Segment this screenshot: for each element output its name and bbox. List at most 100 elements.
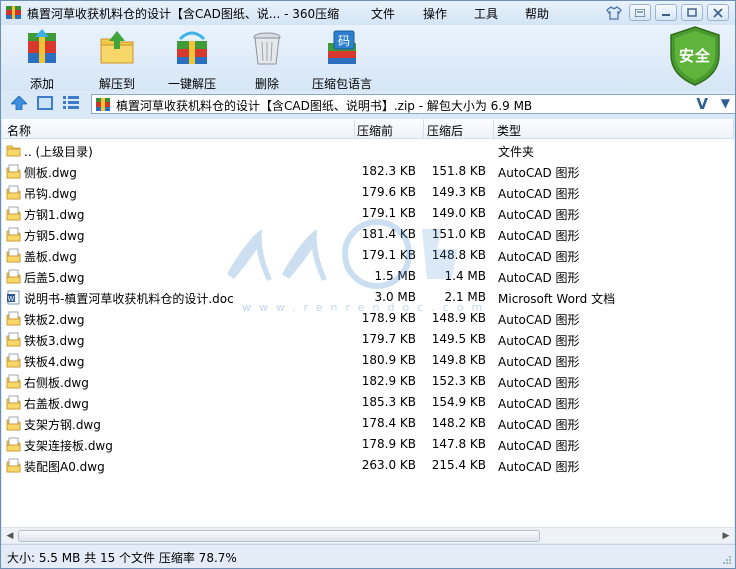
dwg-icon	[6, 311, 21, 326]
file-size: 178.4 KB	[361, 416, 416, 430]
file-name: 铁板3.dwg	[24, 334, 85, 348]
horizontal-scrollbar[interactable]: ◀ ▶	[2, 527, 734, 543]
file-type: AutoCAD 图形	[498, 229, 580, 243]
table-row[interactable]: 装配图A0.dwg 263.0 KB 215.4 KB AutoCAD 图形	[2, 455, 734, 476]
table-row[interactable]: 右盖板.dwg 185.3 KB 154.9 KB AutoCAD 图形	[2, 392, 734, 413]
file-type: AutoCAD 图形	[498, 313, 580, 327]
file-packed-size: 149.8 KB	[431, 353, 486, 367]
table-row[interactable]: 铁板2.dwg 178.9 KB 148.9 KB AutoCAD 图形	[2, 308, 734, 329]
table-row[interactable]: 方钢1.dwg 179.1 KB 149.0 KB AutoCAD 图形	[2, 203, 734, 224]
file-type: 文件夹	[498, 145, 535, 159]
dwg-icon	[6, 206, 21, 221]
skin-icon[interactable]	[603, 4, 625, 21]
file-size: 182.3 KB	[361, 164, 416, 178]
file-packed-size: 1.4 MB	[444, 269, 486, 283]
file-name: 右侧板.dwg	[24, 376, 89, 390]
file-name: 支架连接板.dwg	[24, 439, 113, 453]
table-row[interactable]: 盖板.dwg 179.1 KB 148.8 KB AutoCAD 图形	[2, 245, 734, 266]
archive-app-icon	[6, 6, 21, 19]
zip-icon	[96, 98, 110, 111]
table-row[interactable]: 铁板3.dwg 179.7 KB 149.5 KB AutoCAD 图形	[2, 329, 734, 350]
file-size: 181.4 KB	[361, 227, 416, 241]
table-row[interactable]: 铁板4.dwg 180.9 KB 149.8 KB AutoCAD 图形	[2, 350, 734, 371]
file-packed-size: 151.0 KB	[431, 227, 486, 241]
table-row[interactable]: 右侧板.dwg 182.9 KB 152.3 KB AutoCAD 图形	[2, 371, 734, 392]
file-name: 装配图A0.dwg	[24, 460, 105, 474]
table-row[interactable]: 支架方钢.dwg 178.4 KB 148.2 KB AutoCAD 图形	[2, 413, 734, 434]
menu-tools[interactable]: 工具	[474, 5, 498, 22]
close-button[interactable]	[707, 4, 729, 21]
file-size: 179.6 KB	[361, 185, 416, 199]
minimize-button[interactable]	[655, 4, 677, 21]
add-archive-icon	[28, 29, 56, 63]
thumbnail-view-icon[interactable]	[37, 96, 53, 110]
file-type: AutoCAD 图形	[498, 460, 580, 474]
file-size: 180.9 KB	[361, 353, 416, 367]
file-packed-size: 2.1 MB	[444, 290, 486, 304]
resize-grip-icon[interactable]	[722, 555, 732, 565]
table-row[interactable]: 支架连接板.dwg 178.9 KB 147.8 KB AutoCAD 图形	[2, 434, 734, 455]
file-type: AutoCAD 图形	[498, 397, 580, 411]
scroll-left-icon[interactable]: ◀	[3, 530, 17, 542]
extract-to-button[interactable]: 解压到	[79, 29, 155, 92]
maximize-button[interactable]	[681, 4, 703, 21]
dwg-icon	[6, 395, 21, 410]
file-packed-size: 149.3 KB	[431, 185, 486, 199]
dwg-icon	[6, 458, 21, 473]
app-window: 槙置河草收获机料仓的设计【含CAD图纸、说... - 360压缩 文件 操作 工…	[0, 0, 736, 569]
column-type[interactable]: 类型	[497, 122, 521, 139]
title-bar: 槙置河草收获机料仓的设计【含CAD图纸、说... - 360压缩 文件 操作 工…	[1, 1, 735, 25]
security-badge[interactable]: 安全	[667, 25, 723, 87]
dwg-icon	[6, 248, 21, 263]
menu-file[interactable]: 文件	[371, 5, 395, 22]
encoding-label: 压缩包语言	[311, 77, 372, 91]
verify-icon[interactable]: V	[696, 95, 708, 113]
column-size[interactable]: 压缩前	[357, 122, 393, 139]
table-row[interactable]: 吊钩.dwg 179.6 KB 149.3 KB AutoCAD 图形	[2, 182, 734, 203]
archive-language-button[interactable]: 码 压缩包语言	[304, 29, 380, 92]
menu-bar: 文件 操作 工具 帮助	[371, 5, 576, 22]
menu-help[interactable]: 帮助	[525, 5, 549, 22]
up-arrow-icon[interactable]	[11, 96, 27, 110]
table-row[interactable]: 方钢5.dwg 181.4 KB 151.0 KB AutoCAD 图形	[2, 224, 734, 245]
file-name: 后盖5.dwg	[24, 271, 85, 285]
file-size: 3.0 MB	[374, 290, 416, 304]
add-label: 添加	[29, 77, 54, 91]
dwg-icon	[6, 185, 21, 200]
one-click-extract-button[interactable]: 一键解压	[154, 29, 230, 92]
column-packed[interactable]: 压缩后	[427, 122, 463, 139]
table-row[interactable]: 后盖5.dwg 1.5 MB 1.4 MB AutoCAD 图形	[2, 266, 734, 287]
dwg-icon	[6, 164, 21, 179]
chevron-down-icon[interactable]: ▼	[721, 96, 730, 110]
svg-text:码: 码	[338, 34, 350, 48]
file-size: 178.9 KB	[361, 311, 416, 325]
dwg-icon	[6, 437, 21, 452]
add-button[interactable]: 添加	[4, 29, 80, 92]
address-bar[interactable]: 槙置河草收获机料仓的设计【含CAD图纸、说明书】.zip - 解包大小为 6.9…	[91, 94, 735, 114]
table-row[interactable]: .. (上级目录) 文件夹	[2, 140, 734, 161]
table-row[interactable]: 侧板.dwg 182.3 KB 151.8 KB AutoCAD 图形	[2, 161, 734, 182]
scroll-right-icon[interactable]: ▶	[719, 530, 733, 542]
dwg-icon	[6, 416, 21, 431]
extract-folder-icon	[100, 31, 134, 64]
delete-button[interactable]: 删除	[229, 29, 305, 92]
file-type: AutoCAD 图形	[498, 208, 580, 222]
extract-label: 解压到	[98, 77, 135, 91]
file-packed-size: 152.3 KB	[431, 374, 486, 388]
dwg-icon	[6, 332, 21, 347]
dwg-icon	[6, 227, 21, 242]
file-name: 支架方钢.dwg	[24, 418, 101, 432]
window-controls	[603, 4, 729, 21]
scrollbar-thumb[interactable]	[18, 530, 540, 542]
table-row[interactable]: W 说明书-槙置河草收获机料仓的设计.doc 3.0 MB 2.1 MB Microso…	[2, 287, 734, 308]
file-name: 铁板2.dwg	[24, 313, 85, 327]
file-packed-size: 148.9 KB	[431, 311, 486, 325]
menu-dropdown-button[interactable]	[629, 4, 651, 21]
file-size: 178.9 KB	[361, 437, 416, 451]
list-view-icon[interactable]	[63, 95, 79, 111]
file-type: AutoCAD 图形	[498, 439, 580, 453]
dwg-icon	[6, 269, 21, 284]
menu-operation[interactable]: 操作	[423, 5, 447, 22]
dwg-icon	[6, 374, 21, 389]
column-name[interactable]: 名称	[7, 122, 31, 139]
